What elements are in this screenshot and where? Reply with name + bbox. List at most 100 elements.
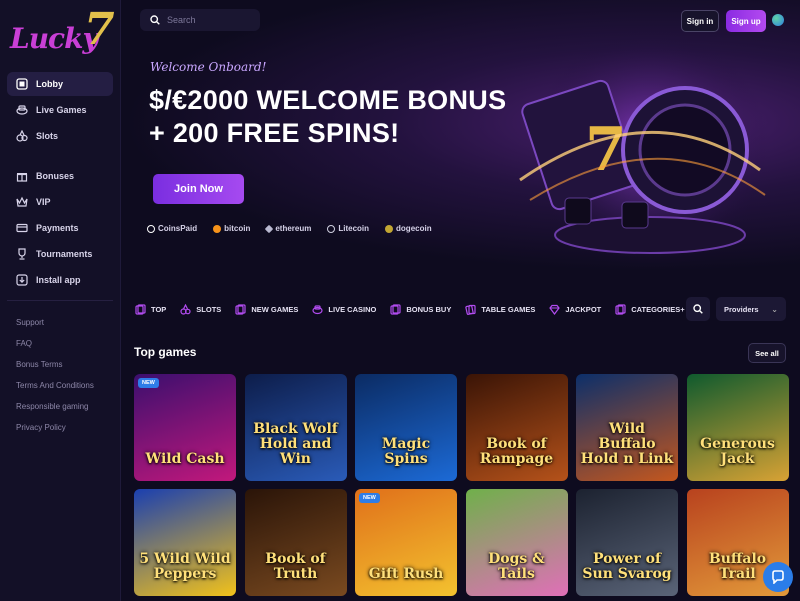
new-badge: NEW xyxy=(359,493,380,503)
join-now-button[interactable]: Join Now xyxy=(153,174,244,204)
game-tile[interactable]: Wild Buffalo Hold n Link xyxy=(576,374,678,481)
search-input[interactable] xyxy=(167,15,257,25)
sidebar-item-label: Tournaments xyxy=(36,249,93,259)
game-title: Book of Truth xyxy=(265,551,326,582)
link-privacy-policy[interactable]: Privacy Policy xyxy=(16,423,94,444)
link-bonus-terms[interactable]: Bonus Terms xyxy=(16,360,94,381)
game-search-button[interactable] xyxy=(686,297,710,321)
live-games-icon xyxy=(15,104,28,117)
new-games-icon xyxy=(235,303,246,315)
hero-title-line-2: + 200 FREE SPINS! xyxy=(149,118,400,148)
game-tile[interactable]: Book of Truth xyxy=(244,489,347,596)
tab-label: LIVE CASINO xyxy=(328,304,377,314)
tab-label: TABLE GAMES xyxy=(481,304,536,314)
sign-in-button[interactable]: Sign in xyxy=(681,10,719,32)
tab-categories[interactable]: CATEGORIES+⌄ xyxy=(615,303,694,315)
sidebar-item-label: Install app xyxy=(36,275,81,285)
payment-ethereum: ethereum xyxy=(265,224,312,233)
live-casino-icon xyxy=(312,304,324,315)
chevron-down-icon: ⌄ xyxy=(771,304,778,314)
sidebar-item-lobby[interactable]: Lobby xyxy=(7,72,113,96)
tab-slots[interactable]: SLOTS xyxy=(180,303,222,315)
hero-title: $/€2000 WELCOME BONUS + 200 FREE SPINS! xyxy=(149,84,506,150)
logo[interactable]: Lucky 7 xyxy=(10,4,115,60)
table-games-icon xyxy=(465,304,476,315)
game-title: 5 Wild Wild Peppers xyxy=(139,551,231,582)
sidebar-item-live-games[interactable]: Live Games xyxy=(7,98,113,122)
logo-seven: 7 xyxy=(84,4,115,55)
game-title: Generous Jack xyxy=(700,436,775,467)
game-title: Black Wolf Hold and Win xyxy=(253,421,338,467)
game-tile[interactable]: Generous Jack xyxy=(686,374,789,481)
payment-label: dogecoin xyxy=(396,224,432,233)
tab-table-games[interactable]: TABLE GAMES xyxy=(465,304,535,315)
svg-text:7: 7 xyxy=(585,115,627,185)
tab-label: JACKPOT xyxy=(565,304,602,314)
game-title: Wild Buffalo Hold n Link xyxy=(580,421,674,467)
chat-support-button[interactable] xyxy=(763,562,793,592)
tab-new-games[interactable]: NEW GAMES xyxy=(235,303,298,315)
search-bar[interactable] xyxy=(140,9,260,31)
game-tile[interactable]: Power of Sun Svarog xyxy=(576,489,678,596)
tab-label: SLOTS xyxy=(196,304,222,314)
sign-up-button[interactable]: Sign up xyxy=(726,10,766,32)
link-support[interactable]: Support xyxy=(16,318,94,339)
sidebar-item-tournaments[interactable]: Tournaments xyxy=(7,242,113,266)
tab-top[interactable]: TOP xyxy=(135,303,167,315)
slots-icon xyxy=(15,130,28,143)
sidebar-item-bonuses[interactable]: Bonuses xyxy=(7,164,113,188)
tab-label: CATEGORIES+ xyxy=(631,304,685,314)
search-icon xyxy=(693,304,703,314)
tab-bonus-buy[interactable]: BONUS BUY xyxy=(390,303,451,315)
payment-coinspaid: CoinsPaid xyxy=(147,224,197,233)
gift-icon xyxy=(15,170,28,183)
game-tile[interactable]: Black Wolf Hold and Win xyxy=(244,374,347,481)
game-tile[interactable]: NEW Gift Rush xyxy=(355,489,457,596)
payment-label: ethereum xyxy=(275,224,312,233)
sidebar-item-label: Slots xyxy=(36,131,59,141)
tab-label: TOP xyxy=(151,304,167,314)
tab-jackpot[interactable]: JACKPOT xyxy=(549,304,601,315)
providers-label: Providers xyxy=(724,304,759,314)
hero-title-line-1: $/€2000 WELCOME BONUS xyxy=(149,85,507,115)
bitcoin-icon xyxy=(213,224,222,233)
payment-dogecoin: dogecoin xyxy=(385,224,432,233)
link-responsible-gaming[interactable]: Responsible gaming xyxy=(16,402,94,423)
see-all-button[interactable]: See all xyxy=(748,343,786,363)
slots-icon xyxy=(180,303,191,315)
dogecoin-icon xyxy=(385,224,394,233)
game-title: Magic Spins xyxy=(381,436,431,467)
sidebar-item-vip[interactable]: VIP xyxy=(7,190,113,214)
coinspaid-icon xyxy=(147,224,155,233)
payment-bitcoin: bitcoin xyxy=(213,224,250,233)
sidebar-item-label: Lobby xyxy=(36,79,63,89)
link-faq[interactable]: FAQ xyxy=(16,339,94,360)
card-icon xyxy=(15,222,28,235)
payment-label: CoinsPaid xyxy=(158,224,198,233)
providers-dropdown[interactable]: Providers ⌄ xyxy=(716,297,786,321)
new-badge: NEW xyxy=(138,378,159,388)
game-tile[interactable]: 5 Wild Wild Peppers xyxy=(134,489,236,596)
payment-label: Litecoin xyxy=(338,224,370,233)
language-globe-icon[interactable] xyxy=(772,14,784,26)
sidebar-item-install-app[interactable]: Install app xyxy=(7,268,113,292)
welcome-text: Welcome Onboard! xyxy=(150,60,267,74)
download-icon xyxy=(15,274,28,287)
ethereum-icon xyxy=(265,224,274,233)
sidebar-item-label: Payments xyxy=(36,223,79,233)
game-tile[interactable]: Dogs & Tails xyxy=(465,489,568,596)
game-title: Gift Rush xyxy=(368,566,444,582)
game-tile[interactable]: NEW Wild Cash xyxy=(134,374,236,481)
tab-live-casino[interactable]: LIVE CASINO xyxy=(312,304,376,315)
top-icon xyxy=(135,303,146,315)
game-tile[interactable]: Book of Rampage xyxy=(465,374,568,481)
sidebar-item-payments[interactable]: Payments xyxy=(7,216,113,240)
game-tile[interactable]: Magic Spins xyxy=(355,374,457,481)
sidebar-item-label: VIP xyxy=(36,197,51,207)
game-title: Book of Rampage xyxy=(479,436,554,467)
link-terms[interactable]: Terms And Conditions xyxy=(16,381,94,402)
sidebar-item-slots[interactable]: Slots xyxy=(7,124,113,148)
payment-litecoin: Litecoin xyxy=(327,224,369,233)
sidebar: Lucky 7 Lobby Live Games Slots Bonuses V… xyxy=(0,0,121,601)
